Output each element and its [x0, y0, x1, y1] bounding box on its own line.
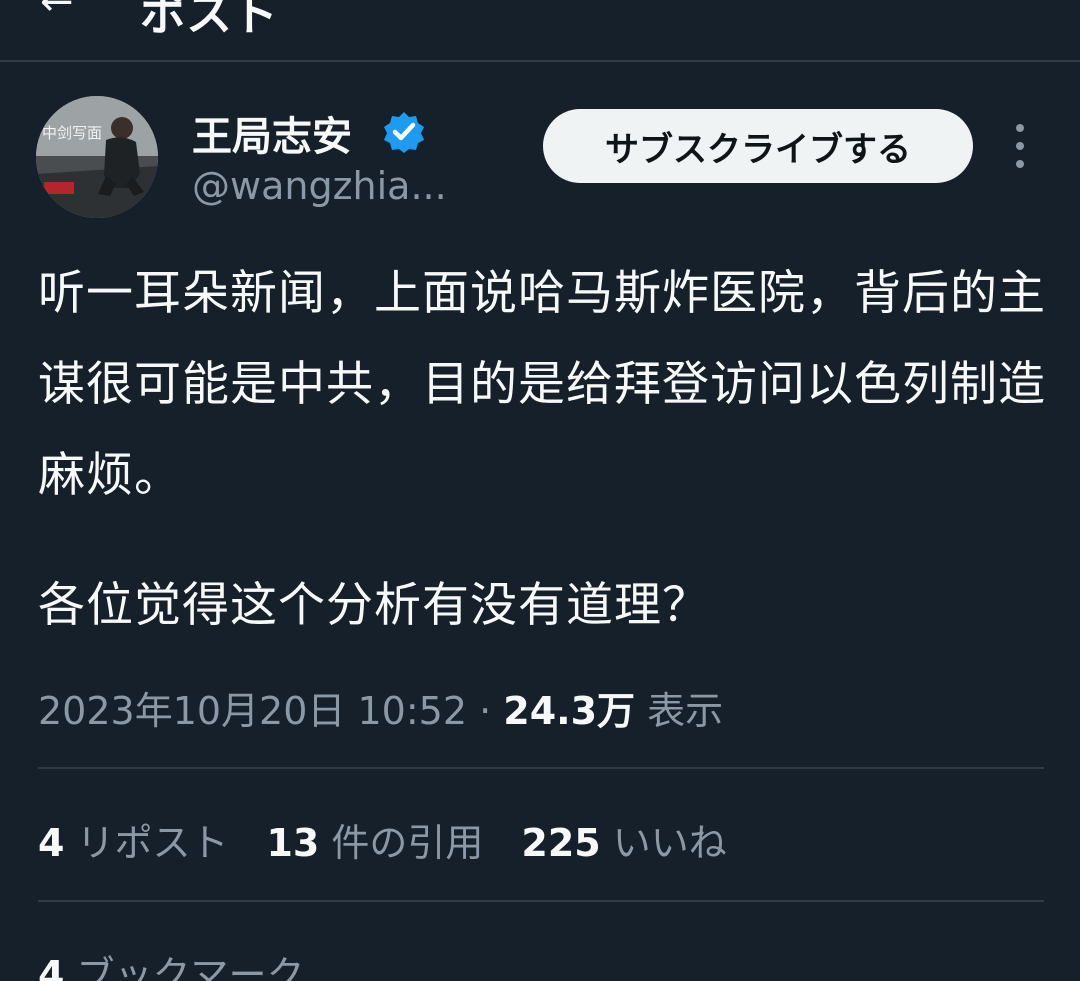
- verified-badge-icon: [382, 110, 426, 154]
- tweet-meta: 2023年10月20日 10:52 · 24.3万 表示: [38, 680, 723, 735]
- avatar-text: 中剑写面: [42, 124, 102, 142]
- tweet-question: 各位觉得这个分析有没有道理？: [38, 578, 710, 633]
- bookmarks-stat[interactable]: 4 ブックマーク: [38, 944, 304, 981]
- bookmarks-count: 4: [38, 953, 65, 981]
- avatar[interactable]: 中剑写面: [36, 96, 158, 218]
- divider: [38, 767, 1044, 769]
- divider: [38, 900, 1044, 902]
- meta-separator: ·: [467, 689, 504, 733]
- page-title: ポスト: [140, 0, 278, 41]
- engagement-stats: 4 リポスト 13 件の引用 225 いいね: [38, 812, 727, 867]
- tweet-text: 听一耳朵新闻，上面说哈马斯炸医院，背后的主谋很可能是中共，目的是给拜登访问以色列…: [38, 266, 1046, 503]
- back-arrow-icon[interactable]: ←: [40, 0, 74, 22]
- likes-stat[interactable]: 225 いいね: [521, 812, 726, 867]
- timestamp[interactable]: 2023年10月20日 10:52: [38, 689, 467, 733]
- more-vertical-icon[interactable]: [1004, 124, 1036, 168]
- quotes-stat[interactable]: 13 件の引用: [266, 812, 483, 867]
- reposts-count: 4: [38, 821, 65, 865]
- top-header: ← ポスト: [0, 0, 1080, 62]
- views-label: 表示: [635, 689, 724, 733]
- likes-label: いいね: [612, 821, 727, 865]
- reposts-label: リポスト: [76, 821, 229, 865]
- author-name[interactable]: 王局志安: [192, 104, 352, 162]
- author-handle[interactable]: @wangzhia...: [192, 164, 447, 208]
- subscribe-button[interactable]: サブスクライブする: [543, 109, 973, 183]
- avatar-image: 中剑写面: [36, 96, 158, 218]
- tweet-detail-page: ← ポスト 中剑写面 王局志安 @wangzhia... サブスクライブする 听…: [0, 0, 1080, 981]
- bookmarks-label: ブックマーク: [76, 953, 305, 981]
- likes-count: 225: [521, 821, 601, 865]
- reposts-stat[interactable]: 4 リポスト: [38, 812, 228, 867]
- quotes-count: 13: [266, 821, 320, 865]
- views-count: 24.3万: [503, 689, 636, 733]
- quotes-label: 件の引用: [331, 821, 484, 865]
